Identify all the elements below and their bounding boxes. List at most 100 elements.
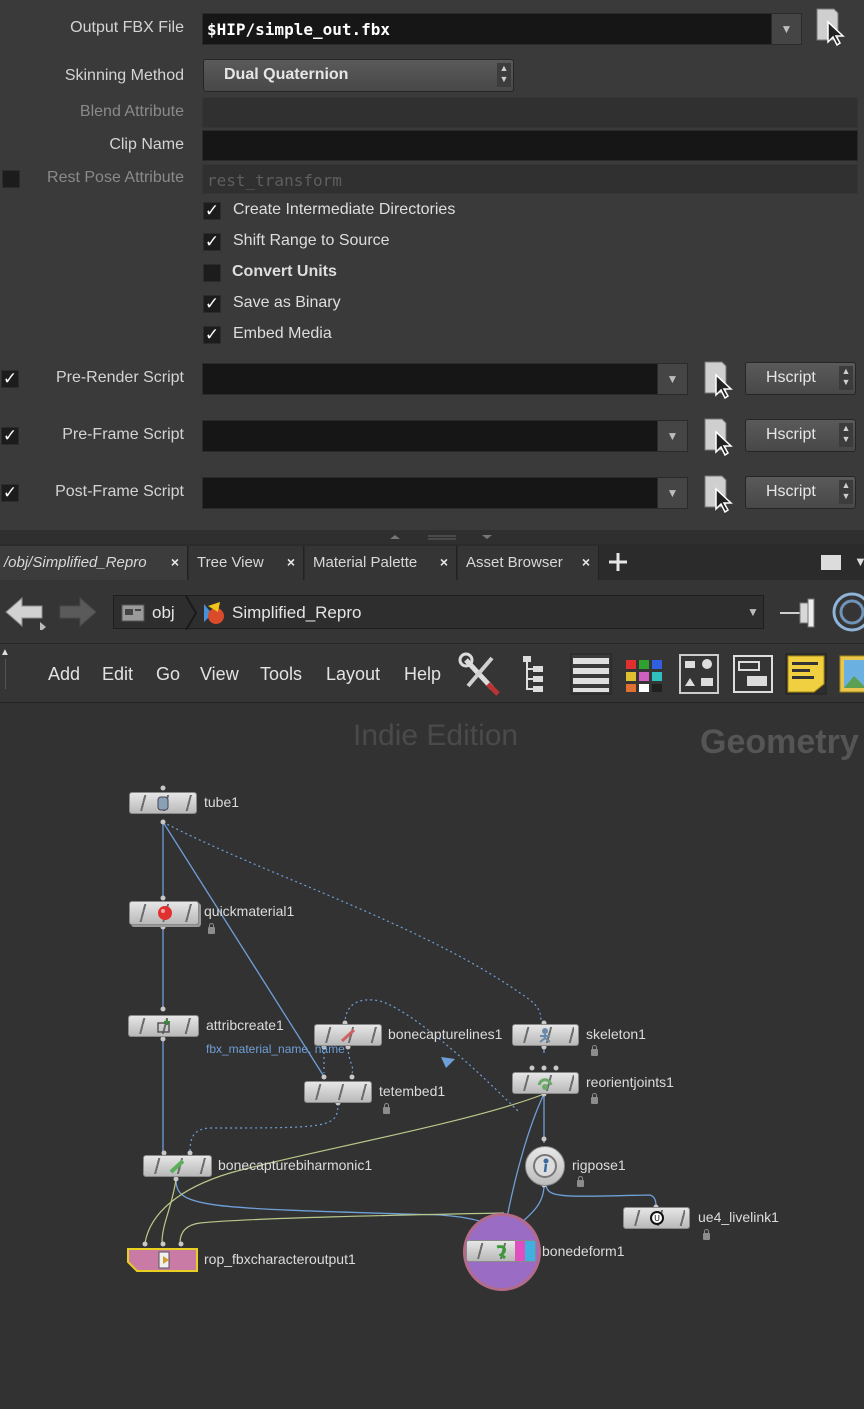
pre-frame-field[interactable]: ▼ xyxy=(202,420,688,452)
menu-go[interactable]: Go xyxy=(156,664,180,685)
node-bonecapturebiharmonic1[interactable] xyxy=(143,1155,212,1177)
close-icon[interactable]: × xyxy=(287,554,295,570)
rest-pose-label: Rest Pose Attribute xyxy=(47,169,184,186)
node-rop-fbxcharacteroutput1[interactable] xyxy=(127,1248,198,1272)
file-chooser-icon[interactable] xyxy=(814,6,846,46)
pre-render-language-menu[interactable]: Hscript ▲ ▼ xyxy=(745,362,856,395)
chevron-down-icon[interactable]: ▼ xyxy=(657,364,687,394)
network-editor[interactable]: Indie Edition Geometry tube1 quickmateri… xyxy=(0,703,864,1409)
rest-pose-toggle[interactable] xyxy=(2,170,20,188)
convert-units-checkbox[interactable] xyxy=(203,264,221,282)
node-tube1[interactable] xyxy=(129,792,197,814)
path-bar: obj Simplified_Repro ▼ xyxy=(0,580,864,644)
tab-material-palette[interactable]: Material Palette × xyxy=(305,546,457,580)
shapes-palette-icon[interactable] xyxy=(677,652,721,696)
breadcrumb[interactable]: obj Simplified_Repro ▼ xyxy=(113,595,764,630)
node-bonedeform1[interactable] xyxy=(466,1240,536,1262)
node-bonecapturelines1[interactable] xyxy=(314,1024,382,1046)
back-arrow-icon[interactable] xyxy=(2,594,46,630)
list-view-icon[interactable] xyxy=(569,652,613,696)
node-label: skeleton1 xyxy=(586,1026,646,1042)
chevron-down-icon[interactable]: ▼ xyxy=(771,14,801,44)
close-icon[interactable]: × xyxy=(171,554,179,570)
chevron-down-icon[interactable]: ▼ xyxy=(743,596,763,628)
pin-icon[interactable] xyxy=(778,595,824,629)
breadcrumb-node[interactable]: Simplified_Repro xyxy=(232,603,361,623)
embed-media-checkbox[interactable]: ✓ xyxy=(203,326,221,344)
file-chooser-icon[interactable] xyxy=(702,359,734,399)
material-icon xyxy=(158,906,172,920)
blend-attribute-field[interactable] xyxy=(202,97,858,128)
node-label: bonedeform1 xyxy=(542,1243,625,1259)
breadcrumb-obj[interactable]: obj xyxy=(152,603,175,623)
node-reorientjoints1[interactable] xyxy=(512,1072,579,1094)
menu-view[interactable]: View xyxy=(200,664,239,685)
wire-arrow xyxy=(441,1057,455,1068)
menu-add[interactable]: Add xyxy=(48,664,80,685)
post-frame-language-menu[interactable]: Hscript ▲ ▼ xyxy=(745,476,856,509)
chevron-down-icon[interactable]: ▼ xyxy=(657,478,687,508)
node-label: bonecapturebiharmonic1 xyxy=(218,1157,373,1173)
chevron-down-icon[interactable]: ▼ xyxy=(657,421,687,451)
close-icon[interactable]: × xyxy=(440,554,448,570)
rest-pose-value: rest_transform xyxy=(207,171,342,190)
wrench-screwdriver-icon[interactable] xyxy=(458,652,502,696)
tree-list-icon[interactable] xyxy=(515,652,559,696)
node-ue4-livelink1[interactable]: U xyxy=(623,1207,690,1229)
tab-label: Material Palette xyxy=(313,554,418,571)
clip-name-label: Clip Name xyxy=(109,136,184,153)
shift-range-label: Shift Range to Source xyxy=(233,232,390,249)
pre-frame-toggle[interactable]: ✓ xyxy=(1,427,19,445)
node-quickmaterial1[interactable] xyxy=(129,901,199,925)
node-skeleton1[interactable] xyxy=(512,1024,579,1046)
node-attribcreate1[interactable] xyxy=(128,1015,199,1037)
tube-icon xyxy=(157,796,169,811)
menu-help[interactable]: Help xyxy=(404,664,441,685)
post-frame-label: Post-Frame Script xyxy=(55,483,184,500)
node-tetembed1[interactable] xyxy=(304,1081,372,1103)
save-binary-checkbox[interactable]: ✓ xyxy=(203,295,221,313)
embed-media-label: Embed Media xyxy=(233,325,332,342)
add-tab-icon[interactable] xyxy=(606,550,630,574)
tab-asset-browser[interactable]: Asset Browser × xyxy=(458,546,599,580)
node-label: rop_fbxcharacteroutput1 xyxy=(204,1251,356,1267)
menu-edit[interactable]: Edit xyxy=(102,664,133,685)
menu-layout[interactable]: Layout xyxy=(326,664,380,685)
output-fbx-field[interactable]: $HIP/simple_out.fbx ▼ xyxy=(202,13,802,45)
pre-render-field[interactable]: ▼ xyxy=(202,363,688,395)
skinning-method-menu[interactable]: Dual Quaternion ▲ ▼ xyxy=(203,59,514,92)
rest-pose-field[interactable]: rest_transform xyxy=(202,164,858,194)
clip-name-field[interactable] xyxy=(202,130,858,161)
create-dirs-checkbox[interactable]: ✓ xyxy=(203,202,221,220)
toolbar-grip[interactable] xyxy=(0,659,6,689)
close-icon[interactable]: × xyxy=(582,554,590,570)
shift-range-checkbox[interactable]: ✓ xyxy=(203,233,221,251)
output-fbx-value: $HIP/simple_out.fbx xyxy=(207,20,391,39)
pre-frame-language-menu[interactable]: Hscript ▲ ▼ xyxy=(745,419,856,452)
lock-icon xyxy=(703,1229,710,1240)
file-chooser-icon[interactable] xyxy=(702,416,734,456)
pre-render-toggle[interactable]: ✓ xyxy=(1,370,19,388)
pane-menu-icon[interactable]: ▼ xyxy=(854,554,864,569)
maximize-pane-icon[interactable] xyxy=(821,555,841,570)
forward-arrow-icon[interactable] xyxy=(56,594,100,630)
post-frame-toggle[interactable]: ✓ xyxy=(1,484,19,502)
pane-splitter[interactable] xyxy=(0,530,864,544)
link-indicator-icon[interactable] xyxy=(828,590,864,634)
node-label: ue4_livelink1 xyxy=(698,1209,779,1225)
sticky-note-icon[interactable] xyxy=(784,652,828,696)
collapse-arrow-icon[interactable]: ▲ xyxy=(0,647,10,658)
node-rigpose1[interactable] xyxy=(525,1146,565,1186)
tab-tree-view[interactable]: Tree View × xyxy=(189,546,304,580)
node-label: reorientjoints1 xyxy=(586,1074,674,1090)
post-frame-field[interactable]: ▼ xyxy=(202,477,688,509)
color-palette-icon[interactable] xyxy=(622,652,666,696)
file-chooser-icon[interactable] xyxy=(702,473,734,513)
network-box-icon[interactable] xyxy=(731,652,775,696)
template-flag[interactable] xyxy=(515,1241,525,1261)
lock-icon xyxy=(208,923,215,934)
image-background-icon[interactable] xyxy=(836,652,864,696)
menu-tools[interactable]: Tools xyxy=(260,664,302,685)
tab-network[interactable]: /obj/Simplified_Repro × xyxy=(0,546,188,580)
display-flag[interactable] xyxy=(525,1241,535,1261)
